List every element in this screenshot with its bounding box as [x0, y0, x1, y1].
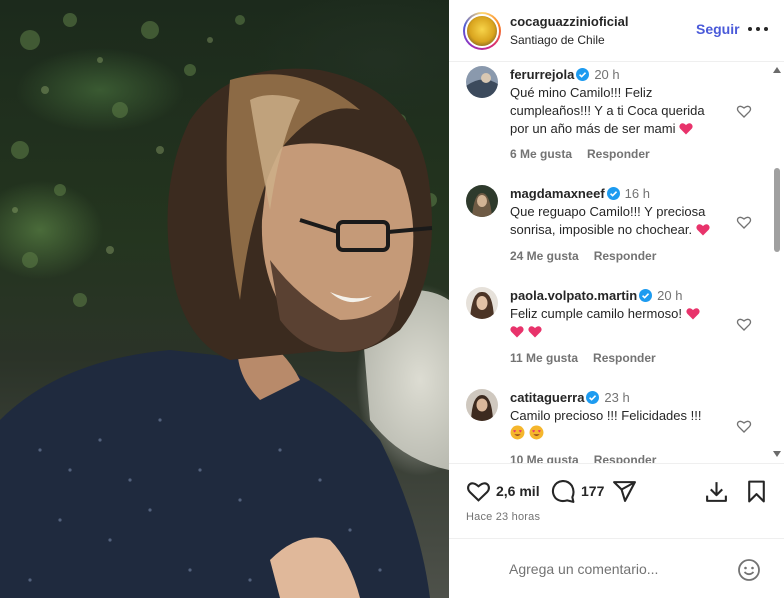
post-header: cocaguazzinioficial Santiago de Chile Se… [449, 0, 784, 62]
comment-body: ferurrejola 20 h Qué mino Camilo!!! Feliz… [510, 66, 725, 138]
reply-button[interactable]: Responder [594, 249, 657, 263]
comment-body: magdamaxneef 16 h Que reguapo Camilo!!! Y… [510, 185, 725, 239]
comment-bubble-icon[interactable] [551, 479, 576, 504]
comment-likes[interactable]: 10 Me gusta [510, 453, 579, 463]
comment-meta: 24 Me gusta Responder [510, 249, 656, 263]
comment-text: Camilo precioso !!! Felicidades !!! [510, 408, 702, 423]
heart-emoji-icon [696, 224, 710, 236]
follow-button[interactable]: Seguir [696, 21, 740, 37]
comment-body: catitaguerra 23 h Camilo precioso !!! Fel… [510, 389, 725, 443]
verified-badge-icon [586, 391, 600, 404]
download-icon[interactable] [704, 479, 729, 504]
comment-likes[interactable]: 6 Me gusta [510, 147, 572, 161]
commenter-username[interactable]: ferurrejola [510, 67, 574, 82]
commenter-avatar[interactable] [466, 287, 498, 319]
commenter-username[interactable]: paola.volpato.martin [510, 288, 637, 303]
comment-meta: 6 Me gusta Responder [510, 147, 650, 161]
comment-text: Feliz cumple camilo hermoso! [510, 306, 682, 321]
save-bookmark-icon[interactable] [744, 479, 769, 504]
heart-emoji-icon [685, 308, 700, 320]
comments-scrollbar[interactable] [771, 64, 783, 461]
like-comment-heart-icon[interactable] [736, 316, 752, 332]
heart-eyes-emoji-icon [510, 425, 525, 440]
commenter-avatar[interactable] [466, 66, 498, 98]
verified-badge-icon [606, 187, 620, 200]
verified-badge-icon [576, 68, 590, 81]
verified-badge-icon [639, 289, 653, 302]
author-username[interactable]: cocaguazzinioficial [510, 14, 628, 29]
comment-meta: 10 Me gusta Responder [510, 453, 656, 463]
more-options-icon[interactable] [748, 19, 768, 39]
comment-time[interactable]: 20 h [657, 288, 682, 303]
like-heart-icon[interactable] [466, 479, 491, 504]
heart-emoji-icon [679, 123, 693, 135]
like-comment-heart-icon[interactable] [736, 103, 752, 119]
reply-button[interactable]: Responder [593, 351, 656, 365]
post-time-ago[interactable]: Hace 23 horas [466, 511, 540, 523]
commenter-username[interactable]: catitaguerra [510, 390, 584, 405]
comment-meta: 11 Me gusta Responder [510, 351, 656, 365]
post-photo [0, 0, 449, 598]
comment-time[interactable]: 23 h [604, 390, 629, 405]
comments-list[interactable]: ferurrejola 20 h Qué mino Camilo!!! Feliz… [449, 62, 784, 463]
comment-text: Que reguapo Camilo!!! Y preciosa sonrisa… [510, 204, 706, 237]
like-comment-heart-icon[interactable] [736, 214, 752, 230]
heart-emoji-icon [510, 326, 524, 338]
share-paper-plane-icon[interactable] [612, 479, 637, 504]
comments-count[interactable]: 177 [581, 483, 604, 499]
post-photo-illustration [0, 13, 449, 598]
scroll-down-arrow-icon[interactable] [773, 451, 781, 457]
comment-composer [449, 538, 784, 598]
heart-eyes-emoji-icon [529, 425, 544, 440]
post-side-panel: cocaguazzinioficial Santiago de Chile Se… [449, 0, 784, 598]
reply-button[interactable]: Responder [587, 147, 650, 161]
comment-likes[interactable]: 11 Me gusta [510, 351, 578, 365]
commenter-avatar[interactable] [466, 389, 498, 421]
comment-time[interactable]: 16 h [625, 186, 650, 201]
comment-likes[interactable]: 24 Me gusta [510, 249, 579, 263]
author-avatar-image [465, 14, 499, 48]
scrollbar-thumb[interactable] [774, 168, 780, 252]
post-location[interactable]: Santiago de Chile [510, 33, 605, 47]
comment-text: Qué mino Camilo!!! Feliz cumpleaños!!! Y… [510, 85, 705, 136]
author-avatar[interactable] [463, 12, 501, 50]
scroll-up-arrow-icon[interactable] [773, 67, 781, 73]
commenter-username[interactable]: magdamaxneef [510, 186, 605, 201]
commenter-avatar[interactable] [466, 185, 498, 217]
add-comment-input[interactable] [509, 558, 729, 580]
emoji-smiley-icon[interactable] [737, 558, 761, 582]
post-actions-bar: 2,6 mil 177 Hace 23 horas [449, 463, 784, 535]
like-comment-heart-icon[interactable] [736, 418, 752, 434]
comment-body: paola.volpato.martin 20 h Feliz cumple ca… [510, 287, 725, 341]
likes-count[interactable]: 2,6 mil [496, 483, 540, 499]
comment-time[interactable]: 20 h [594, 67, 619, 82]
reply-button[interactable]: Responder [594, 453, 657, 463]
heart-emoji-icon [528, 326, 542, 338]
